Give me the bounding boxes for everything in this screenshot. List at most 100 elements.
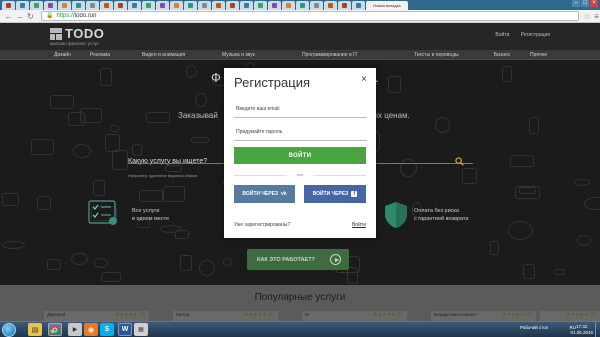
category-programming[interactable]: Программирование и IT xyxy=(302,52,358,58)
play-icon xyxy=(330,254,341,265)
tab-favicon-icon xyxy=(272,3,277,8)
site-logo[interactable]: TODO xyxy=(50,27,104,40)
background-doodle xyxy=(347,267,358,284)
tab-favicon-icon xyxy=(202,3,207,8)
category-ads[interactable]: Реклама xyxy=(90,52,110,58)
header-links: Войти Регистрация xyxy=(485,32,550,38)
browser-tab[interactable] xyxy=(30,1,43,10)
forward-icon[interactable]: → xyxy=(15,12,24,21)
word-icon[interactable]: W xyxy=(118,323,132,336)
background-doodle xyxy=(509,154,535,168)
background-doodle xyxy=(507,220,534,240)
close-window-button[interactable]: × xyxy=(590,0,598,7)
provider-card[interactable]: Дмитрий ★★★★★ (3) xyxy=(44,311,149,321)
back-icon[interactable]: ← xyxy=(4,12,13,21)
browser-tab[interactable] xyxy=(100,1,113,10)
browser-tab[interactable] xyxy=(142,1,155,10)
provider-card[interactable]: ★★★★★ (2) xyxy=(540,311,600,321)
tab-favicon-icon xyxy=(90,3,95,8)
category-business[interactable]: Бизнес xyxy=(494,52,510,58)
background-doodle xyxy=(1,240,26,250)
browser-tab[interactable] xyxy=(198,1,211,10)
background-doodle xyxy=(490,241,499,255)
browser-tab[interactable] xyxy=(212,1,225,10)
browser-toolbar: ← → ↻ 🔒 https://todo.run ☆ ≡ xyxy=(0,10,600,23)
provider-card[interactable]: Митер ★★★★★ (1) xyxy=(173,311,278,321)
browser-tab[interactable] xyxy=(226,1,239,10)
category-design[interactable]: Дизайн xyxy=(54,52,71,58)
browser-tab[interactable] xyxy=(338,1,351,10)
chrome-icon[interactable] xyxy=(48,323,62,336)
or-divider: или xyxy=(234,172,366,178)
browser-tab[interactable] xyxy=(282,1,295,10)
start-button[interactable] xyxy=(2,323,16,337)
browser-tab[interactable] xyxy=(114,1,127,10)
browser-tab[interactable] xyxy=(268,1,281,10)
browser-tab[interactable] xyxy=(86,1,99,10)
how-it-works-button[interactable]: КАК ЭТО РАБОТАЕТ? xyxy=(247,249,349,270)
skype-icon[interactable]: S xyxy=(100,323,114,336)
browser-tab[interactable] xyxy=(156,1,169,10)
password-field[interactable]: Придумайте пароль xyxy=(234,125,367,141)
address-bar[interactable]: 🔒 https://todo.run xyxy=(41,11,579,21)
tab-favicon-icon xyxy=(286,3,291,8)
clock[interactable]: 17:42 01.06.2016 xyxy=(570,324,593,336)
browser-menu-icon[interactable]: ≡ xyxy=(594,12,599,21)
browser-tab[interactable] xyxy=(352,1,365,10)
browser-tab-strip: Новая вкладка – □ × xyxy=(0,0,600,10)
email-field[interactable]: Введите ваш email xyxy=(234,102,367,118)
category-video[interactable]: Видео и анимация xyxy=(142,52,185,58)
browser-tab[interactable] xyxy=(324,1,337,10)
search-icon[interactable] xyxy=(455,157,464,166)
minimize-button[interactable]: – xyxy=(572,0,580,7)
browser-tab[interactable] xyxy=(170,1,183,10)
maximize-button[interactable]: □ xyxy=(581,0,589,7)
modal-close-icon[interactable]: × xyxy=(361,75,367,85)
show-desktop-button[interactable] xyxy=(595,322,600,337)
background-doodle xyxy=(180,255,193,272)
os-taskbar: ▤ ▶ ◉ S W ▦ Рабочий стол RU 17:42 01.06.… xyxy=(0,321,600,337)
facebook-login-button[interactable]: ВОЙТИ ЧЕРЕЗ f xyxy=(304,185,366,203)
background-doodle xyxy=(164,164,182,172)
background-doodle xyxy=(434,117,451,133)
provider-card[interactable]: Владислав Колинен ★★★★★ (1) xyxy=(431,311,536,321)
browser-tab[interactable] xyxy=(310,1,323,10)
browser-tab[interactable] xyxy=(184,1,197,10)
background-doodle xyxy=(93,257,109,269)
browser-tab[interactable] xyxy=(58,1,71,10)
login-link[interactable]: Войти xyxy=(352,222,366,228)
explorer-icon[interactable]: ▤ xyxy=(28,323,42,336)
reload-icon[interactable]: ↻ xyxy=(26,12,35,21)
provider-name: Владислав Колинен xyxy=(434,312,476,317)
checklist-icon xyxy=(88,200,117,225)
submit-button[interactable]: ВОЙТИ xyxy=(234,147,366,164)
tab-favicon-icon xyxy=(300,3,305,8)
desktop-label[interactable]: Рабочий стол xyxy=(520,325,548,330)
provider-card[interactable]: IS ★★★★★ (1) xyxy=(302,311,407,321)
background-doodle xyxy=(163,185,186,202)
header-login-link[interactable]: Войти xyxy=(495,32,509,38)
media-app-icon[interactable]: ◉ xyxy=(84,323,98,336)
provider-row: Дмитрий ★★★★★ (3) Митер ★★★★★ (1) IS ★★★… xyxy=(0,311,600,321)
category-other[interactable]: Прочее xyxy=(530,52,547,58)
browser-tab[interactable] xyxy=(254,1,267,10)
browser-tab[interactable] xyxy=(128,1,141,10)
tab-favicon-icon xyxy=(146,3,151,8)
browser-tab-active[interactable]: Новая вкладка xyxy=(366,1,408,10)
browser-tab[interactable] xyxy=(16,1,29,10)
how-it-works-label: КАК ЭТО РАБОТАЕТ? xyxy=(257,256,315,263)
tab-favicon-icon xyxy=(174,3,179,8)
browser-tab[interactable] xyxy=(296,1,309,10)
vk-login-button[interactable]: ВОЙТИ ЧЕРЕЗ vk xyxy=(234,185,295,203)
browser-tab[interactable] xyxy=(44,1,57,10)
browser-tab[interactable] xyxy=(72,1,85,10)
media-player-icon[interactable]: ▶ xyxy=(68,323,82,336)
category-music[interactable]: Музыка и звук xyxy=(222,52,255,58)
background-doodle xyxy=(30,139,55,156)
app-icon[interactable]: ▦ xyxy=(134,323,148,336)
browser-tab[interactable] xyxy=(240,1,253,10)
bookmark-star-icon[interactable]: ☆ xyxy=(583,12,590,21)
header-register-link[interactable]: Регистрация xyxy=(521,32,550,38)
browser-tab[interactable] xyxy=(2,1,15,10)
category-texts[interactable]: Тексты и переводы xyxy=(414,52,459,58)
